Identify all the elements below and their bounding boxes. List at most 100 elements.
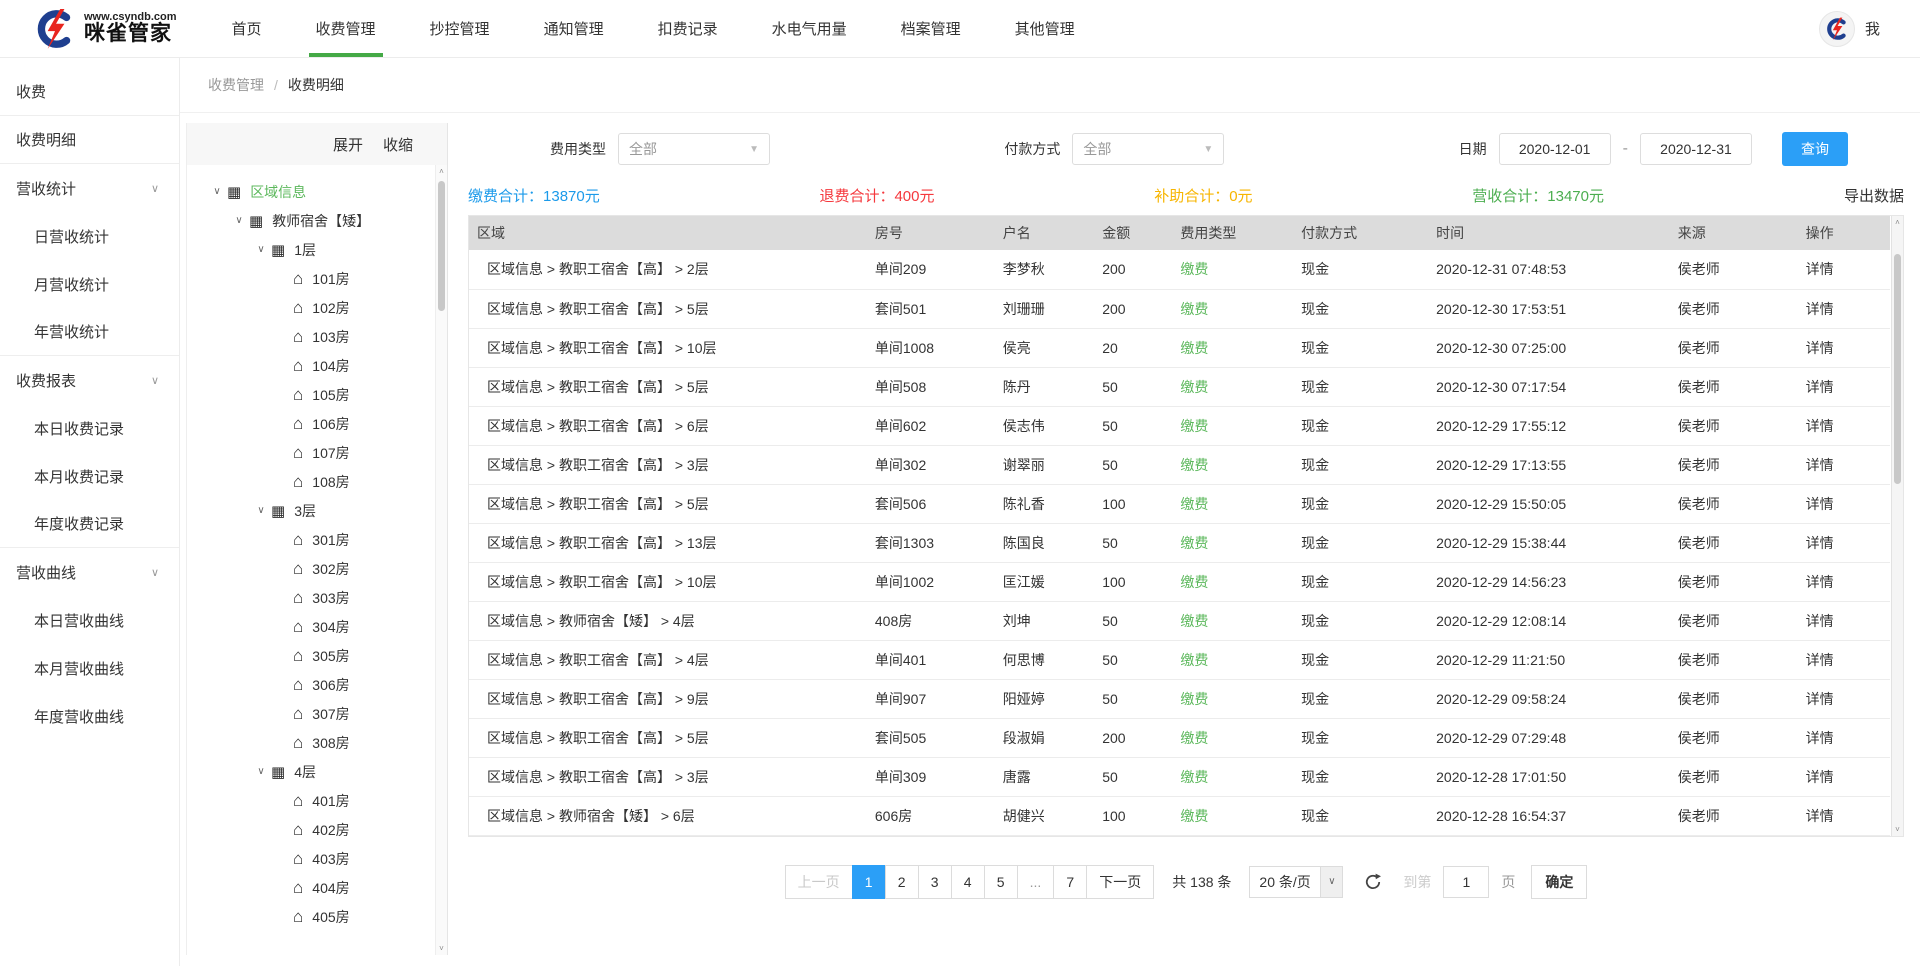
tree-node[interactable]: ∨ ▦ ⌂ 107房 — [187, 438, 433, 467]
tree-node[interactable]: ∨ ▦ ⌂ 302房 — [187, 554, 433, 583]
detail-link[interactable]: 详情 — [1798, 484, 1890, 523]
tree-node[interactable]: ∨ ▦ ⌂ 405房 — [187, 902, 433, 931]
tree-node[interactable]: ∨ ▦ ⌂ 4层 — [187, 757, 433, 786]
user-avatar[interactable] — [1819, 11, 1855, 47]
detail-link[interactable]: 详情 — [1798, 562, 1890, 601]
tree-scrollbar[interactable]: ˄ ˅ — [435, 165, 447, 955]
detail-link[interactable]: 详情 — [1798, 406, 1890, 445]
chevron-down-icon[interactable]: ∨ — [251, 766, 271, 777]
confirm-button[interactable]: 确定 — [1531, 865, 1587, 899]
page-number-button[interactable]: ... — [1017, 865, 1055, 899]
detail-link[interactable]: 详情 — [1798, 718, 1890, 757]
tree-node[interactable]: ∨ ▦ ⌂ 305房 — [187, 641, 433, 670]
page-size-select[interactable]: 20 条/页 ∨ — [1249, 866, 1343, 898]
page-number-button[interactable]: 3 — [918, 865, 952, 899]
tree-node[interactable]: ∨ ▦ ⌂ 105房 — [187, 380, 433, 409]
sidebar-item[interactable]: 营收统计 ∨ — [0, 164, 179, 212]
sidebar-item[interactable]: 年度收费记录 ∨ — [0, 500, 179, 548]
tree-node[interactable]: ∨ ▦ ⌂ 教师宿舍【矮】 — [187, 206, 433, 235]
tree-node[interactable]: ∨ ▦ ⌂ 307房 — [187, 699, 433, 728]
detail-link[interactable]: 详情 — [1798, 523, 1890, 562]
sidebar-item[interactable]: 收费 ∨ — [0, 68, 179, 116]
sidebar-item[interactable]: 日营收统计 ∨ — [0, 212, 179, 260]
chevron-down-icon[interactable]: ∨ — [251, 244, 271, 255]
tree-node[interactable]: ∨ ▦ ⌂ 3层 — [187, 496, 433, 525]
tree-node[interactable]: ∨ ▦ ⌂ 304房 — [187, 612, 433, 641]
page-number-button[interactable]: 4 — [951, 865, 985, 899]
search-button[interactable]: 查询 — [1782, 132, 1848, 166]
chevron-down-icon[interactable]: ∨ — [207, 186, 227, 197]
tree-node[interactable]: ∨ ▦ ⌂ 402房 — [187, 815, 433, 844]
sidebar-item[interactable]: 收费明细 ∨ — [0, 116, 179, 164]
tree-node[interactable]: ∨ ▦ ⌂ 102房 — [187, 293, 433, 322]
prev-page-button[interactable]: 上一页 — [785, 865, 853, 899]
nav-item[interactable]: 通知管理 — [517, 0, 631, 57]
tree-node[interactable]: ∨ ▦ ⌂ 1层 — [187, 235, 433, 264]
nav-item[interactable]: 抄控管理 — [403, 0, 517, 57]
page-number-button[interactable]: 2 — [885, 865, 919, 899]
user-menu[interactable]: 我 — [1865, 18, 1880, 39]
page-number-button[interactable]: 1 — [852, 865, 886, 899]
tree-node[interactable]: ∨ ▦ ⌂ 303房 — [187, 583, 433, 612]
tree-node[interactable]: ∨ ▦ ⌂ 101房 — [187, 264, 433, 293]
detail-link[interactable]: 详情 — [1798, 250, 1890, 289]
detail-link[interactable]: 详情 — [1798, 367, 1890, 406]
detail-link[interactable]: 详情 — [1798, 445, 1890, 484]
pay-method-select[interactable]: 全部 ▼ — [1072, 133, 1224, 165]
refresh-icon[interactable] — [1363, 872, 1383, 892]
tree-node[interactable]: ∨ ▦ ⌂ 308房 — [187, 728, 433, 757]
scrollbar-thumb[interactable] — [1894, 254, 1901, 484]
tree-node[interactable]: ∨ ▦ ⌂ 403房 — [187, 844, 433, 873]
breadcrumb-parent[interactable]: 收费管理 — [208, 75, 264, 95]
nav-item[interactable]: 扣费记录 — [631, 0, 745, 57]
scroll-up-icon[interactable]: ˄ — [1892, 218, 1903, 227]
export-data-button[interactable]: 导出数据 — [1844, 185, 1904, 206]
scroll-down-icon[interactable]: ˅ — [1892, 825, 1903, 834]
detail-link[interactable]: 详情 — [1798, 679, 1890, 718]
tree-node[interactable]: ∨ ▦ ⌂ 301房 — [187, 525, 433, 554]
chevron-down-icon[interactable]: ∨ — [229, 215, 249, 226]
scroll-down-icon[interactable]: ˅ — [436, 944, 447, 953]
tree-node[interactable]: ∨ ▦ ⌂ 区域信息 — [187, 177, 433, 206]
sidebar-item[interactable]: 营收曲线 ∨ — [0, 548, 179, 596]
detail-link[interactable]: 详情 — [1798, 757, 1890, 796]
collapse-all-button[interactable]: 收缩 — [383, 134, 413, 155]
sidebar-item[interactable]: 年度营收曲线 ∨ — [0, 692, 179, 740]
date-from-input[interactable]: 2020-12-01 — [1499, 133, 1611, 165]
scrollbar-thumb[interactable] — [438, 181, 445, 311]
sidebar-item[interactable]: 本日营收曲线 ∨ — [0, 596, 179, 644]
scroll-up-icon[interactable]: ˄ — [436, 167, 447, 176]
sidebar-item[interactable]: 年营收统计 ∨ — [0, 308, 179, 356]
table-scrollbar[interactable]: ˄ ˅ — [1891, 216, 1903, 836]
tree-node[interactable]: ∨ ▦ ⌂ 104房 — [187, 351, 433, 380]
detail-link[interactable]: 详情 — [1798, 328, 1890, 367]
detail-link[interactable]: 详情 — [1798, 289, 1890, 328]
date-to-input[interactable]: 2020-12-31 — [1640, 133, 1752, 165]
expand-all-button[interactable]: 展开 — [333, 134, 363, 155]
nav-item[interactable]: 档案管理 — [874, 0, 988, 57]
tree-node[interactable]: ∨ ▦ ⌂ 401房 — [187, 786, 433, 815]
sidebar-item[interactable]: 收费报表 ∨ — [0, 356, 179, 404]
sidebar-item[interactable]: 本月营收曲线 ∨ — [0, 644, 179, 692]
chevron-down-icon[interactable]: ∨ — [251, 505, 271, 516]
tree-node[interactable]: ∨ ▦ ⌂ 103房 — [187, 322, 433, 351]
detail-link[interactable]: 详情 — [1798, 640, 1890, 679]
tree-node[interactable]: ∨ ▦ ⌂ 106房 — [187, 409, 433, 438]
sidebar-item[interactable]: 月营收统计 ∨ — [0, 260, 179, 308]
tree-node[interactable]: ∨ ▦ ⌂ 404房 — [187, 873, 433, 902]
detail-link[interactable]: 详情 — [1798, 796, 1890, 835]
page-number-button[interactable]: 5 — [984, 865, 1018, 899]
tree-node[interactable]: ∨ ▦ ⌂ 108房 — [187, 467, 433, 496]
detail-link[interactable]: 详情 — [1798, 601, 1890, 640]
page-number-button[interactable]: 7 — [1053, 865, 1087, 899]
sidebar-item[interactable]: 本月收费记录 ∨ — [0, 452, 179, 500]
nav-item[interactable]: 收费管理 — [289, 0, 403, 57]
goto-page-input[interactable] — [1443, 866, 1489, 898]
next-page-button[interactable]: 下一页 — [1086, 865, 1154, 899]
sidebar-item[interactable]: 本日收费记录 ∨ — [0, 404, 179, 452]
tree-node[interactable]: ∨ ▦ ⌂ 306房 — [187, 670, 433, 699]
nav-item[interactable]: 其他管理 — [988, 0, 1102, 57]
fee-type-select[interactable]: 全部 ▼ — [618, 133, 770, 165]
brand-logo[interactable]: www.csyndb.com 咪雀管家 — [0, 0, 205, 57]
nav-item[interactable]: 水电气用量 — [745, 0, 874, 57]
